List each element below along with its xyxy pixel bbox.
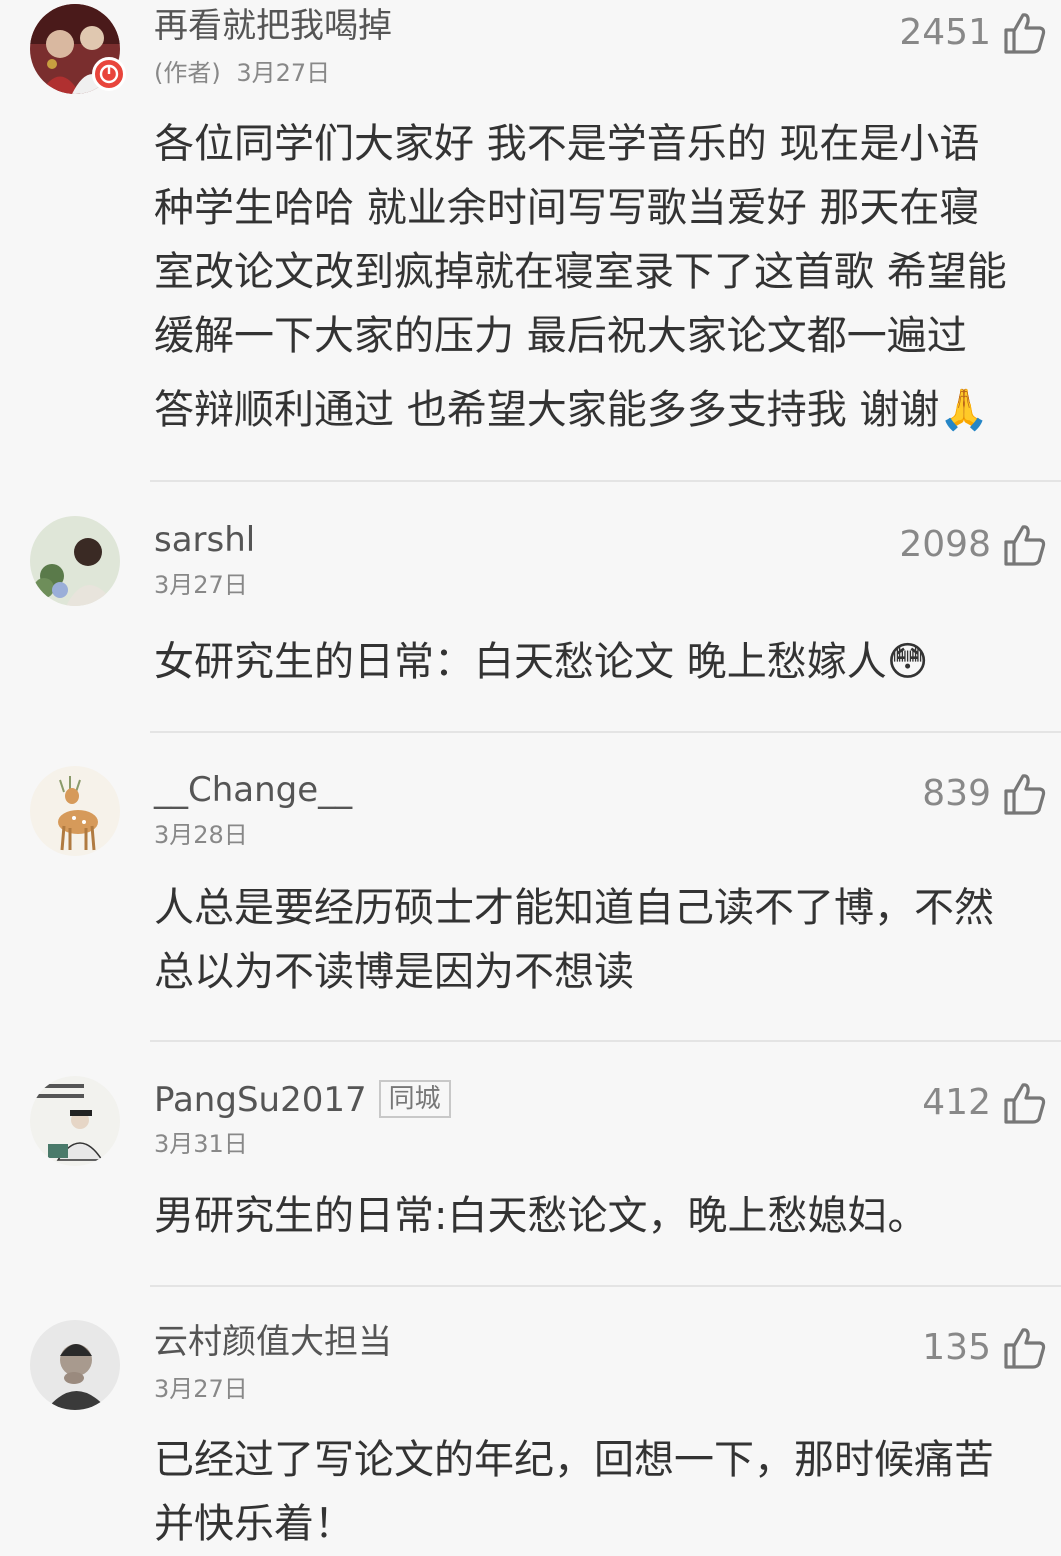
comment-date: 3月27日 — [154, 1375, 248, 1403]
avatar[interactable] — [30, 516, 120, 606]
comment-meta: (作者) 3月27日 — [154, 58, 330, 88]
like-button[interactable]: 839 — [922, 769, 1047, 819]
username[interactable]: 再看就把我喝掉 — [154, 6, 392, 46]
comment-line: 人总是要经历硕士才能知道自己读不了博，不然 — [154, 885, 994, 931]
like-button[interactable]: 412 — [922, 1078, 1047, 1128]
username[interactable]: PangSu2017 同城 — [154, 1079, 451, 1121]
like-count: 135 — [922, 1327, 991, 1368]
like-count: 412 — [922, 1082, 991, 1123]
comment-line: 室改论文改到疯掉就在寝室录下了这首歌 希望能 — [154, 249, 1007, 295]
comment-line: 总以为不读博是因为不想读 — [154, 949, 634, 995]
comment-line: 男研究生的日常:白天愁论文，晚上愁媳妇。 — [154, 1193, 928, 1239]
username[interactable]: __Change__ — [154, 770, 352, 810]
divider — [150, 1040, 1061, 1042]
comment-date: 3月27日 — [154, 571, 248, 599]
comment-line: 答辩顺利通过 也希望大家能多多支持我 谢谢🙏 — [154, 387, 990, 433]
comment-date: 3月27日 — [236, 59, 331, 87]
username-text[interactable]: PangSu2017 — [154, 1080, 367, 1120]
comment-meta: 3月31日 — [154, 1129, 248, 1159]
like-button[interactable]: 2098 — [899, 520, 1047, 570]
comment-date: 3月28日 — [154, 821, 248, 849]
avatar[interactable] — [30, 1320, 120, 1410]
author-tag: (作者) — [154, 59, 221, 87]
comment-text: 各位同学们大家好 我不是学音乐的 现在是小语 种学生哈哈 就业余时间写写歌当爱好… — [154, 112, 1054, 442]
comment-line: 已经过了写论文的年纪，回想一下，那时候痛苦 — [154, 1437, 994, 1483]
thumbs-up-icon[interactable] — [1001, 1325, 1047, 1371]
thumbs-up-icon[interactable] — [1001, 1080, 1047, 1126]
comment-line: 并快乐着！ — [154, 1501, 354, 1547]
username[interactable]: sarshl — [154, 520, 255, 560]
like-count: 839 — [922, 773, 991, 814]
username[interactable]: 云村颜值大担当 — [154, 1322, 392, 1362]
like-count: 2098 — [899, 524, 991, 565]
divider — [150, 1285, 1061, 1287]
like-button[interactable]: 135 — [922, 1323, 1047, 1373]
divider — [150, 731, 1061, 733]
like-button[interactable]: 2451 — [899, 8, 1047, 58]
avatar[interactable] — [30, 1076, 120, 1166]
divider — [150, 480, 1061, 482]
comment-meta: 3月27日 — [154, 1374, 248, 1404]
comment-text: 人总是要经历硕士才能知道自己读不了博，不然 总以为不读博是因为不想读 — [154, 876, 1054, 1004]
comment-line: 各位同学们大家好 我不是学音乐的 现在是小语 — [154, 121, 980, 167]
thumbs-up-icon[interactable] — [1001, 522, 1047, 568]
comment-line: 缓解一下大家的压力 最后祝大家论文都一遍过 — [154, 313, 967, 359]
avatar[interactable] — [30, 766, 120, 856]
thumbs-up-icon[interactable] — [1001, 771, 1047, 817]
like-count: 2451 — [899, 12, 991, 53]
comment-text: 已经过了写论文的年纪，回想一下，那时候痛苦 并快乐着！ — [154, 1428, 1054, 1556]
comment-meta: 3月28日 — [154, 820, 248, 850]
comment-text: 男研究生的日常:白天愁论文，晚上愁媳妇。 — [154, 1184, 1054, 1248]
music-note-badge-icon — [92, 57, 126, 91]
thumbs-up-icon[interactable] — [1001, 10, 1047, 56]
comment-date: 3月31日 — [154, 1130, 248, 1158]
comment-text: 女研究生的日常：白天愁论文 晚上愁嫁人😳 — [154, 630, 1054, 694]
comment-line: 种学生哈哈 就业余时间写写歌当爱好 那天在寝 — [154, 185, 980, 231]
location-tag: 同城 — [378, 1079, 451, 1118]
comment-meta: 3月27日 — [154, 570, 248, 600]
comment-line: 女研究生的日常：白天愁论文 晚上愁嫁人😳 — [154, 639, 929, 685]
